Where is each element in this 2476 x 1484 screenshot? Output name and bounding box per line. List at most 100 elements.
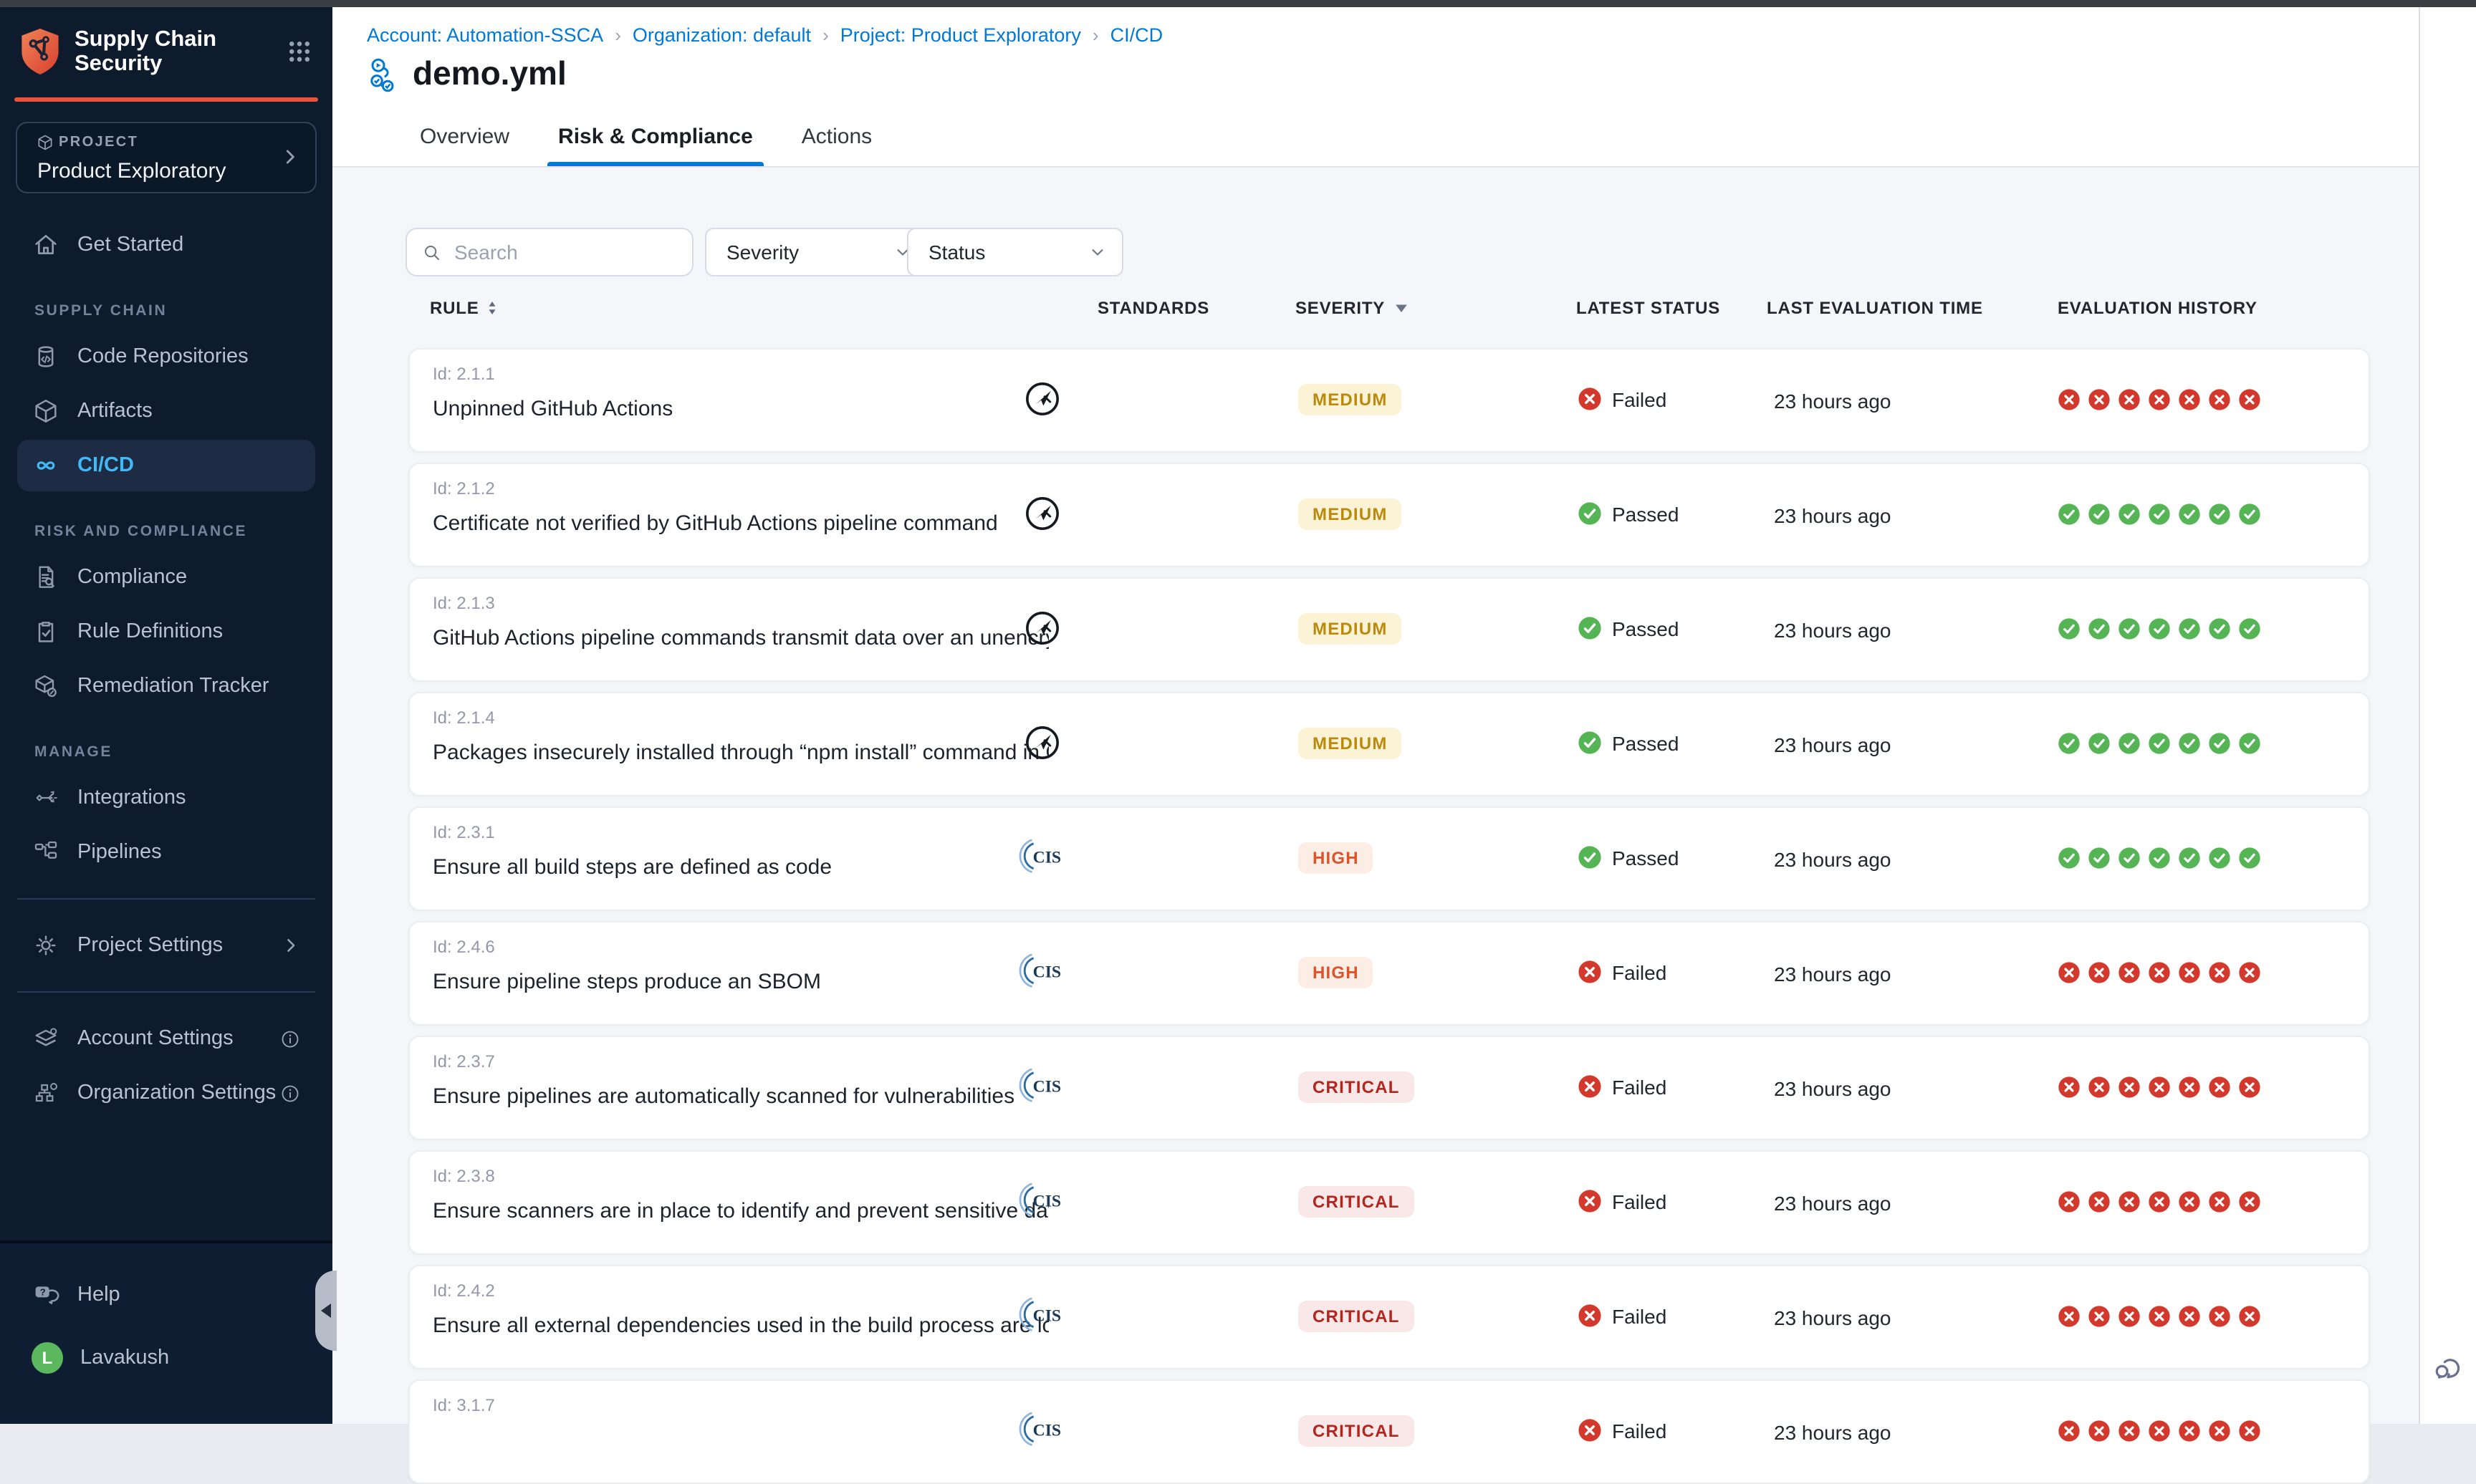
status-label: Failed bbox=[1612, 387, 1666, 410]
chat-support-icon[interactable] bbox=[2432, 1351, 2465, 1384]
history-passed-icon bbox=[2088, 617, 2111, 640]
standard-badge bbox=[1017, 1066, 1218, 1112]
sidebar-item-account-settings[interactable]: Account Settings bbox=[17, 1013, 315, 1064]
severity-badge: MEDIUM bbox=[1298, 613, 1402, 645]
last-evaluation-time: 23 hours ago bbox=[1774, 1306, 1891, 1329]
table-row[interactable]: Id: 2.3.1Ensure all build steps are defi… bbox=[408, 806, 2370, 911]
latest-status: Passed bbox=[1578, 731, 1679, 755]
table-row[interactable]: Id: 2.1.3GitHub Actions pipeline command… bbox=[408, 577, 2370, 682]
history-failed-icon bbox=[2088, 1190, 2111, 1213]
status-label: Failed bbox=[1612, 960, 1666, 983]
rule-id: Id: 2.3.7 bbox=[433, 1051, 495, 1071]
history-failed-icon bbox=[2058, 1420, 2081, 1442]
evaluation-history bbox=[2058, 847, 2261, 869]
severity-badge: MEDIUM bbox=[1298, 498, 1402, 530]
openssf-standard-icon bbox=[1023, 723, 1062, 762]
status-label: Failed bbox=[1612, 1419, 1666, 1442]
rule-name: Ensure all build steps are defined as co… bbox=[433, 855, 832, 880]
history-passed-icon bbox=[2118, 847, 2141, 869]
standard-badge bbox=[1017, 837, 1218, 882]
rule-name: Certificate not verified by GitHub Actio… bbox=[433, 511, 998, 536]
table-row[interactable]: Id: 2.4.6Ensure pipeline steps produce a… bbox=[408, 921, 2370, 1026]
sidebar-divider bbox=[17, 898, 315, 900]
rule-id: Id: 2.1.2 bbox=[433, 478, 495, 498]
pipelines-icon bbox=[32, 838, 60, 867]
sidebar-item-help[interactable]: Help bbox=[17, 1269, 315, 1321]
cis-standard-icon bbox=[1017, 951, 1067, 990]
history-failed-icon bbox=[2208, 1190, 2231, 1213]
rule-name: Ensure pipeline steps produce an SBOM bbox=[433, 970, 821, 994]
standard-badge bbox=[1023, 723, 1224, 769]
table-row[interactable]: Id: 2.4.2Ensure all external dependencie… bbox=[408, 1265, 2370, 1369]
history-passed-icon bbox=[2058, 847, 2081, 869]
history-failed-icon bbox=[2118, 388, 2141, 411]
table-row[interactable]: Id: 2.3.8Ensure scanners are in place to… bbox=[408, 1150, 2370, 1255]
sidebar-footer: Help L Lavakush bbox=[0, 1240, 332, 1424]
cube-icon bbox=[32, 397, 60, 425]
sidebar-item-rule-definitions[interactable]: Rule Definitions bbox=[17, 606, 315, 657]
standard-badge bbox=[1017, 1410, 1218, 1455]
table-row[interactable]: Id: 2.1.4Packages insecurely installed t… bbox=[408, 692, 2370, 796]
status-passed-icon bbox=[1578, 731, 1602, 755]
evaluation-history bbox=[2058, 961, 2261, 984]
collapse-arrow-icon bbox=[321, 1304, 331, 1318]
history-failed-icon bbox=[2208, 1305, 2231, 1328]
history-passed-icon bbox=[2208, 617, 2231, 640]
status-failed-icon bbox=[1578, 1304, 1602, 1328]
table-row[interactable]: Id: 2.1.2 Certificate not verified by Git… bbox=[408, 463, 2370, 567]
history-passed-icon bbox=[2058, 617, 2081, 640]
rule-id: Id: 2.3.8 bbox=[433, 1166, 495, 1186]
sidebar-item-organization-settings[interactable]: Organization Settings bbox=[17, 1067, 315, 1119]
standard-badge bbox=[1023, 494, 1224, 540]
history-failed-icon bbox=[2118, 961, 2141, 984]
sidebar-item-remediation-tracker[interactable]: Remediation Tracker bbox=[17, 660, 315, 712]
status-passed-icon bbox=[1578, 845, 1602, 869]
sidebar-item-ci-cd[interactable]: CI/CD bbox=[17, 440, 315, 491]
sidebar: Supply Chain Security PROJECT Product Ex… bbox=[0, 7, 332, 1424]
sidebar-item-compliance[interactable]: Compliance bbox=[17, 551, 315, 603]
user-menu[interactable]: L Lavakush bbox=[17, 1332, 315, 1384]
gear-icon bbox=[32, 931, 60, 960]
rule-id: Id: 3.1.7 bbox=[433, 1395, 495, 1415]
last-evaluation-time: 23 hours ago bbox=[1774, 1421, 1891, 1444]
table-row[interactable]: Id: 2.1.1Unpinned GitHub ActionsMEDIUMFa… bbox=[408, 348, 2370, 453]
table-row[interactable]: Id: 2.3.7Ensure pipelines are automatica… bbox=[408, 1036, 2370, 1140]
history-passed-icon bbox=[2058, 732, 2081, 755]
history-failed-icon bbox=[2058, 961, 2081, 984]
sidebar-item-project-settings[interactable]: Project Settings bbox=[17, 920, 315, 971]
apps-grid-icon[interactable] bbox=[287, 39, 312, 64]
history-failed-icon bbox=[2178, 1076, 2201, 1099]
right-rail bbox=[2419, 7, 2476, 1424]
history-failed-icon bbox=[2088, 388, 2111, 411]
sidebar-item-code-repositories[interactable]: Code Repositories bbox=[17, 331, 315, 382]
info-icon bbox=[279, 1028, 301, 1049]
sidebar-item-get-started[interactable]: Get Started bbox=[17, 219, 315, 271]
sidebar-item-pipelines[interactable]: Pipelines bbox=[17, 827, 315, 878]
sidebar-item-label: Get Started bbox=[77, 233, 183, 256]
supply-chain-security-logo-icon bbox=[17, 26, 63, 77]
sidebar-item-integrations[interactable]: Integrations bbox=[17, 772, 315, 824]
latest-status: Failed bbox=[1578, 1189, 1666, 1213]
doc-search-icon bbox=[32, 563, 60, 592]
history-failed-icon bbox=[2208, 388, 2231, 411]
project-selector[interactable]: PROJECT Product Exploratory bbox=[16, 122, 317, 193]
sidebar-collapse-handle[interactable] bbox=[315, 1271, 337, 1351]
sidebar-item-label: Project Settings bbox=[77, 934, 223, 957]
last-evaluation-time: 23 hours ago bbox=[1774, 848, 1891, 871]
standard-badge bbox=[1017, 1180, 1218, 1226]
last-evaluation-time: 23 hours ago bbox=[1774, 504, 1891, 527]
sidebar-item-artifacts[interactable]: Artifacts bbox=[17, 385, 315, 437]
history-passed-icon bbox=[2178, 617, 2201, 640]
help-label: Help bbox=[77, 1283, 120, 1306]
latest-status: Passed bbox=[1578, 501, 1679, 526]
table-row[interactable]: Id: 3.1.7CRITICALFailed23 hours ago bbox=[408, 1379, 2370, 1484]
sidebar-item-label: Pipelines bbox=[77, 841, 162, 864]
history-failed-icon bbox=[2118, 1305, 2141, 1328]
history-passed-icon bbox=[2088, 503, 2111, 526]
history-failed-icon bbox=[2088, 961, 2111, 984]
evaluation-history bbox=[2058, 1305, 2261, 1328]
project-name: Product Exploratory bbox=[37, 159, 226, 183]
window-top-strip bbox=[0, 0, 2476, 7]
history-failed-icon bbox=[2178, 1420, 2201, 1442]
rule-id: Id: 2.1.3 bbox=[433, 593, 495, 613]
